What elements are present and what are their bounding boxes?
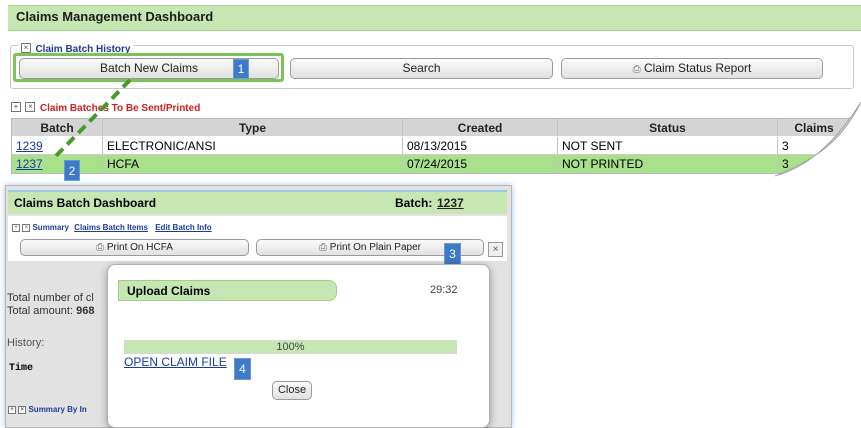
close-label: Close xyxy=(277,384,307,396)
expand-icon[interactable]: + xyxy=(8,405,16,414)
total-amount-value: 968 xyxy=(76,305,95,317)
callout-4: 4 xyxy=(234,358,251,380)
time-column-header: Time xyxy=(9,363,34,374)
edit-batch-info-link[interactable]: Edit Batch Info xyxy=(155,223,211,232)
history-label: History: xyxy=(7,337,45,349)
batch-label: Batch: xyxy=(395,196,433,210)
upload-dialog-titlebar: Upload Claims xyxy=(118,280,337,301)
claims-batch-items-link[interactable]: Claims Batch Items xyxy=(74,223,148,232)
close-button[interactable]: Close xyxy=(272,381,312,400)
print-hcfa-label: Print On HCFA xyxy=(106,242,173,253)
print-hcfa-button[interactable]: ⎙ Print On HCFA xyxy=(20,239,249,256)
total-amount: Total amount: 968 xyxy=(7,305,94,317)
callout-3: 3 xyxy=(444,243,461,265)
batch-dashboard-header: Claims Batch Dashboard Batch: 1237 xyxy=(8,190,507,214)
upload-dialog-title: Upload Claims xyxy=(127,284,211,298)
open-claim-file-link[interactable]: OPEN CLAIM FILE xyxy=(124,355,227,369)
summary-tab[interactable]: Summary xyxy=(32,223,68,232)
upload-progress-bar: 100% xyxy=(124,340,457,354)
collapse-icon[interactable]: × xyxy=(18,405,27,414)
printer-icon: ⎙ xyxy=(96,242,105,253)
batch-number-link[interactable]: 1237 xyxy=(437,196,464,210)
printer-icon: ⎙ xyxy=(319,242,328,253)
summary-by-section[interactable]: + × Summary By In xyxy=(8,405,87,414)
upload-timer: 29:32 xyxy=(430,284,458,296)
total-claims-text: Total number of cl xyxy=(7,292,94,304)
dashboard-nav: + × Summary Claims Batch Items Edit Batc… xyxy=(12,223,212,232)
close-x-icon[interactable]: × xyxy=(488,242,503,257)
summary-by-label[interactable]: Summary By In xyxy=(28,405,86,414)
total-amount-label: Total amount: xyxy=(7,305,74,317)
upload-progress-text: 100% xyxy=(276,341,305,353)
callout-2: 2 xyxy=(64,160,80,181)
collapse-icon[interactable]: × xyxy=(22,223,31,232)
print-plain-label: Print On Plain Paper xyxy=(329,242,421,253)
expand-icon[interactable]: + xyxy=(12,223,20,232)
batch-dashboard-title: Claims Batch Dashboard xyxy=(14,196,157,210)
